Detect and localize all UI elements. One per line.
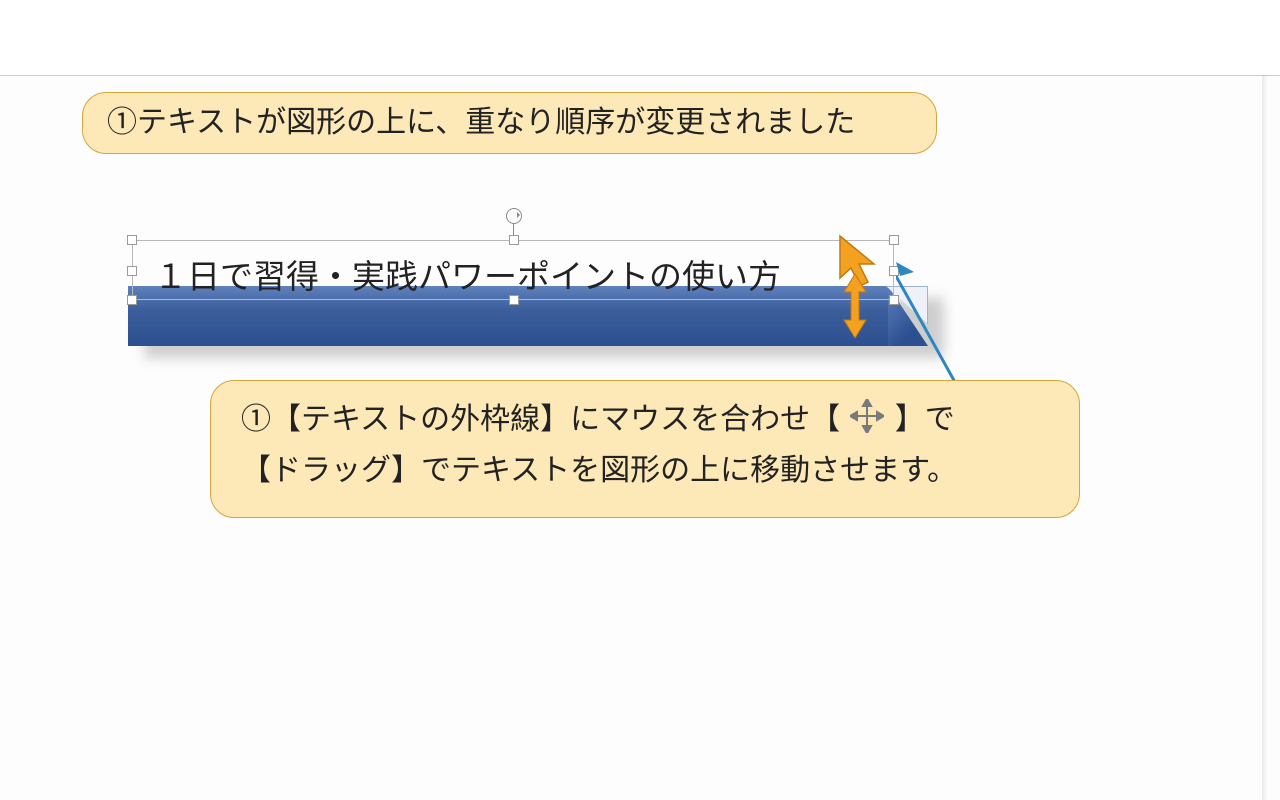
callout-drag-instruction: ①【テキストの外枠線】にマウスを合わせ【 】で 【ドラッグ】でテキストを図形の上… (210, 380, 1080, 518)
resize-handle-tm[interactable] (509, 235, 519, 245)
textbox-content[interactable]: １日で習得・実践パワーポイントの使い方 (154, 250, 781, 298)
annotation-cursor-arrow (830, 232, 950, 392)
resize-handle-tl[interactable] (127, 235, 137, 245)
resize-handle-ml[interactable] (127, 266, 137, 276)
callout-drag-line1: ①【テキストの外枠線】にマウスを合わせ【 】で (241, 397, 1049, 448)
callout-drag-line1a: ①【テキストの外枠線】にマウスを合わせ【 (241, 403, 840, 436)
stage: ①テキストが図形の上に、重なり順序が変更されました １日で習得・実践パワーポイン… (0, 0, 1280, 800)
callout-drag-line1b: 】で (895, 403, 955, 436)
callout-drag-line2: 【ドラッグ】でテキストを図形の上に移動させます。 (241, 448, 1049, 495)
textbox-selected[interactable]: １日で習得・実践パワーポイントの使い方 (132, 240, 894, 300)
slide-right-edge (1262, 75, 1268, 800)
resize-handle-bm[interactable] (509, 295, 519, 305)
callout-order-changed: ①テキストが図形の上に、重なり順序が変更されました (82, 92, 937, 154)
double-arrow-vert-icon (840, 274, 870, 338)
rotate-handle-icon[interactable] (506, 208, 522, 224)
callout-order-changed-text: ①テキストが図形の上に、重なり順序が変更されました (107, 100, 855, 147)
move-cursor-icon (850, 399, 884, 448)
resize-handle-bl[interactable] (127, 295, 137, 305)
